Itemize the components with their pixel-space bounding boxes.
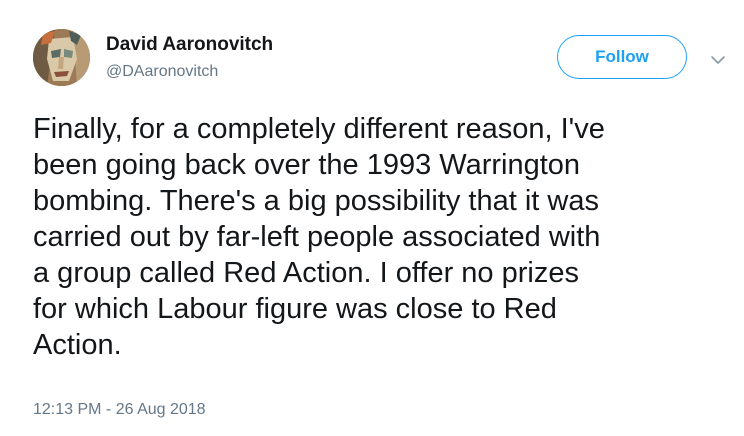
chevron-down-icon — [711, 56, 725, 64]
avatar[interactable] — [33, 29, 90, 86]
follow-button[interactable]: Follow — [557, 35, 687, 79]
avatar-portrait-icon — [33, 29, 90, 86]
tweet-timestamp[interactable]: 12:13 PM - 26 Aug 2018 — [33, 401, 206, 419]
author-name[interactable]: David Aaronovitch — [106, 34, 273, 56]
tweet-card: David Aaronovitch @DAaronovitch Follow F… — [0, 0, 744, 436]
more-options-button[interactable] — [707, 50, 729, 70]
tweet-text: Finally, for a completely different reas… — [33, 113, 605, 361]
author-handle[interactable]: @DAaronovitch — [106, 63, 218, 81]
